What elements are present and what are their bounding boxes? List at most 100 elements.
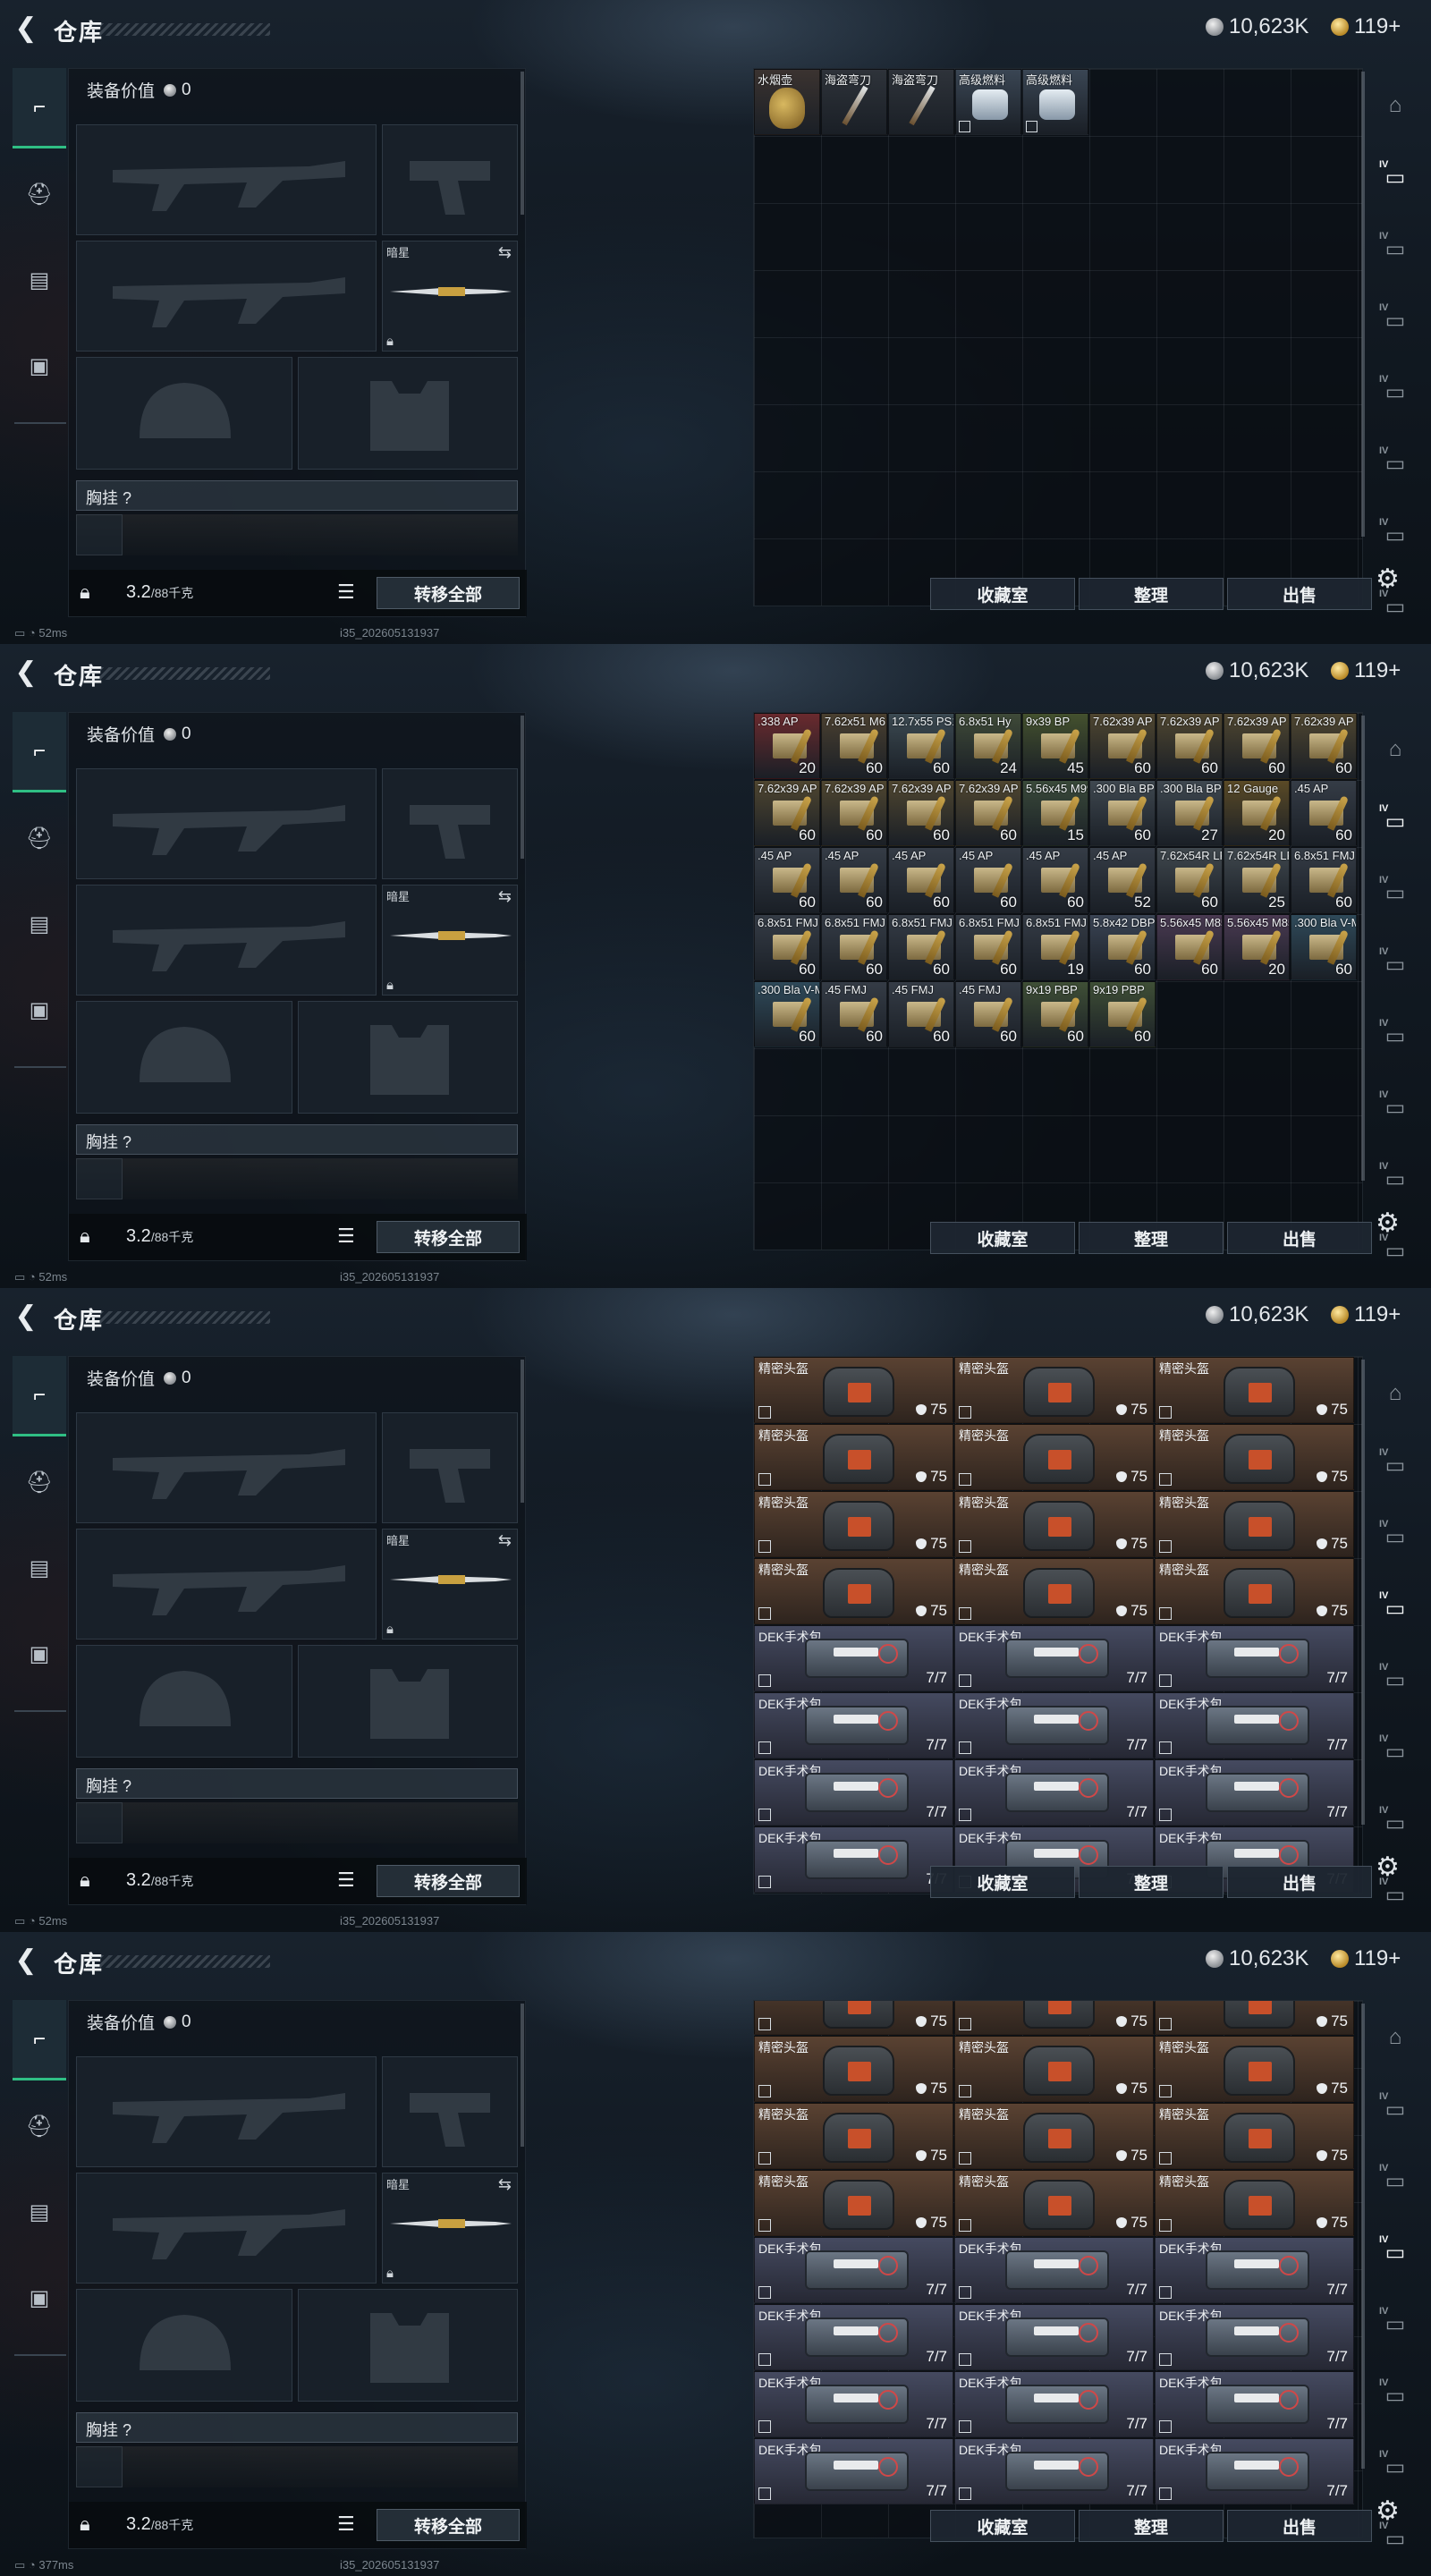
chest-rig-cell[interactable] — [76, 514, 123, 555]
collection-button[interactable]: 收藏室 — [930, 1866, 1075, 1898]
surgery-kit-item[interactable]: DEK手术包7/7 — [1155, 2371, 1354, 2437]
nav-gun[interactable]: ⌐ — [13, 712, 66, 792]
nav-clipboard[interactable]: ▤ — [13, 2172, 66, 2252]
swap-icon[interactable]: ⇆ — [498, 2175, 512, 2194]
equipment-scrollbar[interactable] — [521, 72, 524, 215]
back-arrow-icon[interactable]: ❮ — [13, 13, 39, 43]
settings-gear-icon[interactable]: ⚙ — [1376, 1852, 1400, 1883]
collection-button[interactable]: 收藏室 — [930, 578, 1075, 610]
nav-helmet[interactable]: ⛑ — [13, 2086, 66, 2166]
sell-button[interactable]: 出售 — [1227, 578, 1372, 610]
helmet-item[interactable]: 精密头盔75 — [1155, 1491, 1354, 1557]
back-arrow-icon[interactable]: ❮ — [13, 1945, 39, 1975]
ammo-item[interactable]: 12.7x55 PS12 60 — [888, 713, 954, 779]
sort-button[interactable]: 整理 — [1079, 2510, 1224, 2542]
nav-clipboard[interactable]: ▤ — [13, 1528, 66, 1608]
ammo-item[interactable]: .338 AP 20 — [754, 713, 820, 779]
ammo-item[interactable]: 7.62x39 AP 60 — [1291, 713, 1357, 779]
stash-page-tab-3[interactable]: IV ▭ — [1376, 2233, 1415, 2272]
ammo-item[interactable]: .45 AP 60 — [1291, 780, 1357, 846]
stash-page-tab-2[interactable]: IV ▭ — [1376, 229, 1415, 268]
helmet-item[interactable]: 精密头盔75 — [1155, 2001, 1354, 2035]
warehouse-scrollbar[interactable] — [1361, 2004, 1365, 2469]
stash-page-tab-4[interactable]: IV ▭ — [1376, 1660, 1415, 1699]
melee-slot[interactable]: 暗星 ⇆ 🔒︎ — [382, 885, 518, 996]
ammo-item[interactable]: .45 AP 60 — [1022, 847, 1088, 913]
surgery-kit-item[interactable]: DEK手术包7/7 — [954, 2438, 1154, 2504]
helmet-slot[interactable] — [76, 1645, 292, 1758]
melee-slot[interactable]: 暗星 ⇆ 🔒︎ — [382, 241, 518, 352]
surgery-kit-item[interactable]: DEK手术包7/7 — [1155, 2438, 1354, 2504]
ammo-item[interactable]: .45 FMJ 60 — [888, 981, 954, 1047]
warehouse-scrollbar[interactable] — [1361, 1360, 1365, 1825]
equipment-scrollbar[interactable] — [521, 1360, 524, 1503]
surgery-kit-item[interactable]: DEK手术包7/7 — [754, 2237, 953, 2303]
gold-currency[interactable]: 119+ — [1331, 658, 1401, 683]
stash-item[interactable]: 水烟壶 — [754, 69, 820, 135]
ammo-item[interactable]: .45 FMJ 60 — [955, 981, 1021, 1047]
helmet-item[interactable]: 精密头盔75 — [754, 1558, 953, 1624]
ammo-item[interactable]: .45 AP 60 — [754, 847, 820, 913]
chest-rig-cell[interactable] — [76, 1802, 123, 1843]
pistol-slot[interactable] — [382, 768, 518, 879]
ammo-item[interactable]: 7.62x51 M6 60 — [821, 713, 887, 779]
stash-page-tab-3[interactable]: IV ▭ — [1376, 945, 1415, 984]
pistol-slot[interactable] — [382, 124, 518, 235]
safe-box-tab[interactable]: ⌂ — [1376, 1374, 1415, 1413]
stash-item[interactable]: 海盗弯刀 — [888, 69, 954, 135]
primary-weapon-slot[interactable] — [76, 1412, 377, 1523]
chest-rig-header[interactable]: 胸挂 ? — [76, 1124, 518, 1155]
chest-rig-cell[interactable] — [76, 1158, 123, 1199]
ammo-item[interactable]: .300 Bla V-Max 60 — [1291, 914, 1357, 980]
helmet-slot[interactable] — [76, 2289, 292, 2402]
warehouse-scrollbar[interactable] — [1361, 716, 1365, 1181]
gold-currency[interactable]: 119+ — [1331, 14, 1401, 39]
ammo-item[interactable]: .300 Bla BP 27 — [1156, 780, 1223, 846]
helmet-item[interactable]: 精密头盔75 — [754, 1357, 953, 1423]
ammo-item[interactable]: .45 AP 60 — [821, 847, 887, 913]
stash-page-tab-6[interactable]: IV ▭ — [1376, 515, 1415, 555]
ammo-item[interactable]: 7.62x39 AP 60 — [1089, 713, 1156, 779]
nav-gun[interactable]: ⌐ — [13, 2000, 66, 2080]
helmet-item[interactable]: 精密头盔75 — [1155, 1357, 1354, 1423]
equipment-scrollbar[interactable] — [521, 716, 524, 859]
stash-page-tab-6[interactable]: IV ▭ — [1376, 1159, 1415, 1199]
primary-weapon-slot[interactable] — [76, 2056, 377, 2167]
list-icon[interactable]: ☰ — [337, 580, 355, 604]
nav-gun[interactable]: ⌐ — [13, 1356, 66, 1436]
ammo-item[interactable]: .45 AP 60 — [888, 847, 954, 913]
back-arrow-icon[interactable]: ❮ — [13, 1301, 39, 1331]
stash-page-tab-2[interactable]: IV ▭ — [1376, 1517, 1415, 1556]
sell-button[interactable]: 出售 — [1227, 1222, 1372, 1254]
collection-button[interactable]: 收藏室 — [930, 2510, 1075, 2542]
stash-page-tab-3[interactable]: IV ▭ — [1376, 1589, 1415, 1628]
stash-page-tab-3[interactable]: IV ▭ — [1376, 301, 1415, 340]
ammo-item[interactable]: 9x39 BP 45 — [1022, 713, 1088, 779]
ammo-item[interactable]: 7.62x39 AP 60 — [1156, 713, 1223, 779]
helmet-item[interactable]: 精密头盔75 — [954, 2036, 1154, 2102]
surgery-kit-item[interactable]: DEK手术包7/7 — [754, 2438, 953, 2504]
ammo-item[interactable]: 6.8x51 FMJ 60 — [821, 914, 887, 980]
surgery-kit-item[interactable]: DEK手术包7/7 — [1155, 1625, 1354, 1691]
list-icon[interactable]: ☰ — [337, 2512, 355, 2536]
gold-currency[interactable]: 119+ — [1331, 1302, 1401, 1327]
nav-briefcase[interactable]: ▣ — [13, 1614, 66, 1694]
surgery-kit-item[interactable]: DEK手术包7/7 — [754, 1826, 953, 1893]
chest-rig-header[interactable]: 胸挂 ? — [76, 1768, 518, 1799]
ammo-item[interactable]: 7.62x39 AP 60 — [888, 780, 954, 846]
ammo-item[interactable]: 7.62x39 AP 60 — [1224, 713, 1290, 779]
swap-icon[interactable]: ⇆ — [498, 887, 512, 906]
sell-button[interactable]: 出售 — [1227, 2510, 1372, 2542]
secondary-weapon-slot[interactable] — [76, 241, 377, 352]
armor-slot[interactable] — [298, 1001, 518, 1114]
ammo-item[interactable]: .300 Bla V-Max 60 — [754, 981, 820, 1047]
gold-currency[interactable]: 119+ — [1331, 1946, 1401, 1971]
chest-rig-cell[interactable] — [76, 2446, 123, 2487]
surgery-kit-item[interactable]: DEK手术包7/7 — [1155, 1759, 1354, 1826]
stash-page-tab-1[interactable]: IV ▭ — [1376, 2089, 1415, 2129]
nav-clipboard[interactable]: ▤ — [13, 884, 66, 964]
helmet-item[interactable]: 精密头盔75 — [754, 2103, 953, 2169]
surgery-kit-item[interactable]: DEK手术包7/7 — [1155, 2237, 1354, 2303]
ammo-item[interactable]: 9x19 PBP 60 — [1089, 981, 1156, 1047]
helmet-item[interactable]: 精密头盔75 — [754, 2170, 953, 2236]
